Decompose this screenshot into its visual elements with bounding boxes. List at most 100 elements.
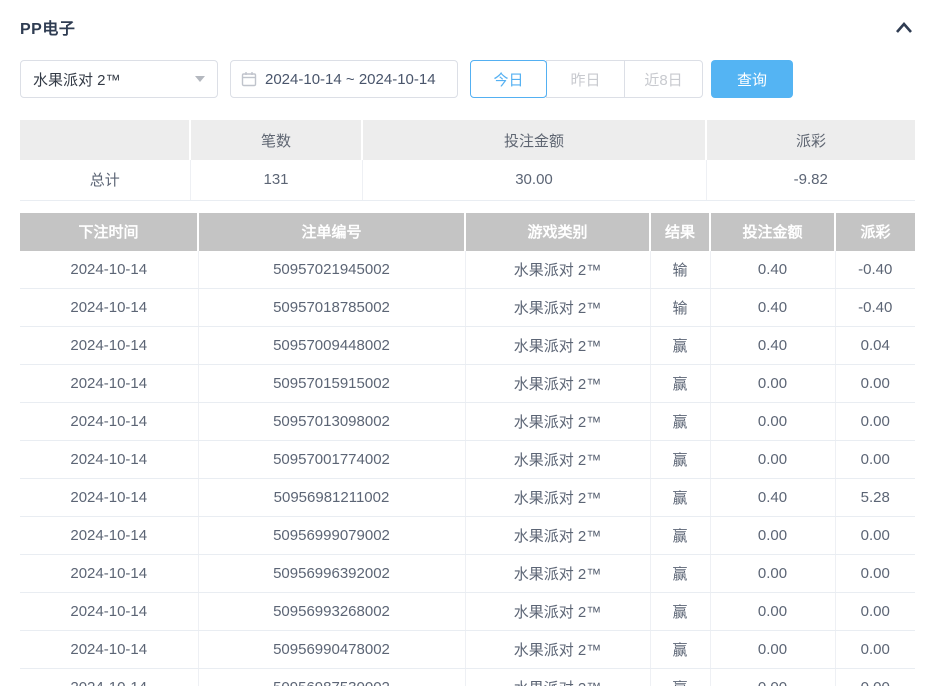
cell-bet-amount: 0.40 (710, 327, 835, 365)
cell-payout: 0.00 (835, 669, 915, 686)
cell-bet-time: 2024-10-14 (20, 441, 198, 479)
bet-table-row: 2024-10-14 50957021945002 水果派对 2™ 输 0.40… (20, 251, 915, 289)
summary-header-bet-amount: 投注金额 (362, 120, 706, 160)
bet-table-row: 2024-10-14 50957009448002 水果派对 2™ 赢 0.40… (20, 327, 915, 365)
query-button[interactable]: 查询 (711, 60, 793, 98)
cell-order-id: 50956996392002 (198, 555, 465, 593)
cell-bet-amount: 0.40 (710, 251, 835, 289)
bet-table-row: 2024-10-14 50956999079002 水果派对 2™ 赢 0.00… (20, 517, 915, 555)
cell-bet-time: 2024-10-14 (20, 593, 198, 631)
header-bet-time: 下注时间 (20, 213, 198, 251)
cell-bet-amount: 0.40 (710, 289, 835, 327)
cell-game-type: 水果派对 2™ (465, 479, 650, 517)
chevron-up-icon (895, 21, 913, 34)
bet-table-row: 2024-10-14 50957013098002 水果派对 2™ 赢 0.00… (20, 403, 915, 441)
panel-header: PP电子 (20, 14, 915, 40)
summary-header-row: 笔数 投注金额 派彩 (20, 120, 915, 160)
cell-bet-time: 2024-10-14 (20, 479, 198, 517)
bet-table-row: 2024-10-14 50956987530002 水果派对 2™ 赢 0.00… (20, 669, 915, 686)
bet-table-row: 2024-10-14 50957018785002 水果派对 2™ 输 0.40… (20, 289, 915, 327)
cell-game-type: 水果派对 2™ (465, 631, 650, 669)
quick-filter-group: 今日 昨日 近8日 (470, 60, 703, 98)
cell-order-id: 50957009448002 (198, 327, 465, 365)
chevron-down-icon (195, 76, 205, 82)
cell-payout: 0.04 (835, 327, 915, 365)
cell-bet-amount: 0.40 (710, 479, 835, 517)
cell-game-type: 水果派对 2™ (465, 517, 650, 555)
collapse-chevron-up-icon[interactable] (893, 19, 915, 36)
cell-order-id: 50956990478002 (198, 631, 465, 669)
cell-bet-amount: 0.00 (710, 441, 835, 479)
cell-order-id: 50956999079002 (198, 517, 465, 555)
bet-records-table: 下注时间 注单编号 游戏类别 结果 投注金额 派彩 2024-10-14 509… (20, 213, 915, 686)
header-payout: 派彩 (835, 213, 915, 251)
cell-order-id: 50957018785002 (198, 289, 465, 327)
cell-bet-amount: 0.00 (710, 555, 835, 593)
cell-game-type: 水果派对 2™ (465, 289, 650, 327)
summary-bet-amount-value: 30.00 (362, 160, 706, 200)
header-bet-amount: 投注金额 (710, 213, 835, 251)
panel-title: PP电子 (20, 15, 75, 39)
quick-filter-yesterday-button[interactable]: 昨日 (546, 60, 625, 98)
cell-payout: 0.00 (835, 441, 915, 479)
cell-game-type: 水果派对 2™ (465, 251, 650, 289)
cell-bet-time: 2024-10-14 (20, 631, 198, 669)
cell-bet-amount: 0.00 (710, 403, 835, 441)
cell-order-id: 50957013098002 (198, 403, 465, 441)
cell-bet-time: 2024-10-14 (20, 251, 198, 289)
filter-bar: 水果派对 2™ 2024-10-14 ~ 2024-10-14 今日 昨日 近8… (20, 60, 915, 98)
cell-payout: 0.00 (835, 631, 915, 669)
cell-bet-time: 2024-10-14 (20, 555, 198, 593)
cell-result: 输 (650, 251, 710, 289)
quick-filter-last8days-button[interactable]: 近8日 (624, 60, 703, 98)
cell-bet-amount: 0.00 (710, 669, 835, 686)
cell-payout: 0.00 (835, 593, 915, 631)
cell-order-id: 50957021945002 (198, 251, 465, 289)
bet-table-row: 2024-10-14 50957015915002 水果派对 2™ 赢 0.00… (20, 365, 915, 403)
cell-result: 赢 (650, 479, 710, 517)
cell-bet-time: 2024-10-14 (20, 365, 198, 403)
cell-payout: -0.40 (835, 251, 915, 289)
cell-bet-time: 2024-10-14 (20, 289, 198, 327)
bet-table-row: 2024-10-14 50956996392002 水果派对 2™ 赢 0.00… (20, 555, 915, 593)
game-select-value: 水果派对 2™ (33, 69, 121, 90)
cell-order-id: 50956993268002 (198, 593, 465, 631)
summary-table: 笔数 投注金额 派彩 总计 131 30.00 -9.82 (20, 120, 915, 201)
cell-game-type: 水果派对 2™ (465, 593, 650, 631)
summary-header-count: 笔数 (190, 120, 362, 160)
bet-table-row: 2024-10-14 50956993268002 水果派对 2™ 赢 0.00… (20, 593, 915, 631)
cell-payout: -0.40 (835, 289, 915, 327)
calendar-icon (241, 71, 257, 87)
date-range-input[interactable]: 2024-10-14 ~ 2024-10-14 (230, 60, 458, 98)
cell-bet-amount: 0.00 (710, 593, 835, 631)
cell-game-type: 水果派对 2™ (465, 441, 650, 479)
cell-game-type: 水果派对 2™ (465, 555, 650, 593)
cell-game-type: 水果派对 2™ (465, 669, 650, 686)
cell-bet-time: 2024-10-14 (20, 327, 198, 365)
cell-order-id: 50957001774002 (198, 441, 465, 479)
cell-payout: 0.00 (835, 403, 915, 441)
summary-header-blank (20, 120, 190, 160)
cell-order-id: 50957015915002 (198, 365, 465, 403)
cell-payout: 0.00 (835, 555, 915, 593)
cell-bet-amount: 0.00 (710, 365, 835, 403)
quick-filter-today-button[interactable]: 今日 (470, 60, 547, 98)
game-select[interactable]: 水果派对 2™ (20, 60, 218, 98)
header-order-id: 注单编号 (198, 213, 465, 251)
cell-result: 赢 (650, 593, 710, 631)
cell-result: 赢 (650, 403, 710, 441)
cell-result: 赢 (650, 327, 710, 365)
cell-result: 赢 (650, 441, 710, 479)
cell-result: 赢 (650, 365, 710, 403)
cell-payout: 0.00 (835, 517, 915, 555)
date-range-value: 2024-10-14 ~ 2024-10-14 (265, 71, 436, 88)
bet-table-row: 2024-10-14 50956990478002 水果派对 2™ 赢 0.00… (20, 631, 915, 669)
cell-bet-amount: 0.00 (710, 631, 835, 669)
cell-result: 赢 (650, 517, 710, 555)
bet-table-row: 2024-10-14 50956981211002 水果派对 2™ 赢 0.40… (20, 479, 915, 517)
summary-total-label: 总计 (20, 160, 190, 200)
cell-game-type: 水果派对 2™ (465, 327, 650, 365)
cell-bet-time: 2024-10-14 (20, 669, 198, 686)
cell-payout: 0.00 (835, 365, 915, 403)
cell-game-type: 水果派对 2™ (465, 365, 650, 403)
